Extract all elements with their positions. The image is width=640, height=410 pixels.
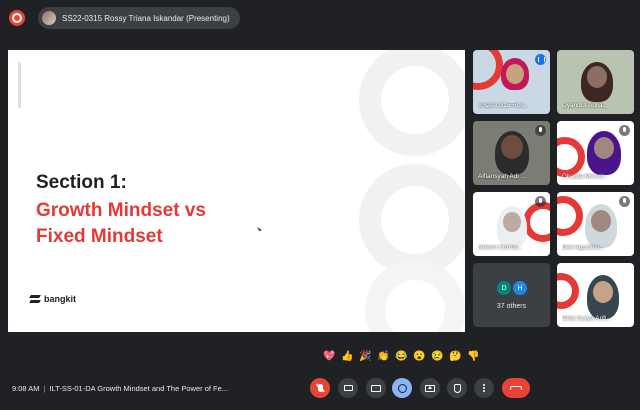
participant-face [587, 66, 607, 88]
participant-tile[interactable]: Dyandra Aulia... [557, 50, 634, 114]
camera-icon [343, 385, 353, 391]
mic-off-icon [535, 196, 546, 207]
participant-name: Neken Kurnia... [478, 244, 523, 251]
reaction-sad[interactable]: 😢 [431, 351, 443, 363]
tile-background-shape [523, 202, 550, 242]
mic-off-icon [619, 196, 630, 207]
slide-divider [18, 62, 21, 108]
phone-hangup-icon [510, 386, 522, 390]
tile-background-shape [557, 137, 585, 177]
separator: | [43, 384, 46, 393]
bangkit-logo: bangkit [30, 294, 76, 304]
participant-face [591, 210, 611, 232]
mic-off-icon [619, 125, 630, 136]
emoji-icon [397, 383, 407, 393]
participant-name: SS22-0315 Ros... [478, 102, 530, 109]
meeting-details: 9:08 AM | ILT-SS-01-DA Growth Mindset and … [12, 384, 228, 393]
hand-icon [453, 383, 461, 393]
participant-tile[interactable]: Neken Kurnia... [473, 192, 550, 256]
speaking-indicator-icon [535, 54, 546, 65]
participant-tile[interactable]: Dwi Agustina... [557, 192, 634, 256]
participant-face [593, 281, 613, 303]
presenter-chip[interactable]: SS22-0315 Rossy Triana Iskandar (Present… [38, 7, 240, 29]
participant-face [501, 135, 523, 159]
slide-section-heading: Section 1: [36, 172, 127, 193]
slide-title-line-2: Fixed Mindset [36, 226, 163, 247]
presenter-label: SS22-0315 Rossy Triana Iskandar (Present… [62, 13, 230, 23]
tile-background-shape [473, 50, 503, 90]
raise-hand-button[interactable] [447, 378, 467, 398]
reaction-clap[interactable]: 👏 [377, 351, 389, 363]
mic-off-icon [535, 125, 546, 136]
reaction-thumbs-down[interactable]: 👎 [467, 351, 479, 363]
meet-window: SS22-0315 Rossy Triana Iskandar (Present… [0, 0, 640, 410]
meeting-title: ILT-SS-01-DA Growth Mindset and The Powe… [49, 384, 229, 393]
logo-mark-icon [30, 294, 40, 304]
avatar: H [513, 281, 527, 295]
recording-icon [9, 10, 25, 26]
more-vert-icon [483, 387, 485, 389]
slide-watermark [359, 50, 465, 332]
current-time: 9:08 AM [12, 384, 40, 393]
reactions-button[interactable] [392, 378, 412, 398]
others-count: 37 others [496, 303, 527, 310]
others-tile[interactable]: D H 37 others [473, 263, 550, 327]
captions-icon [371, 384, 381, 392]
tile-background-shape [557, 273, 579, 309]
participant-tile[interactable]: Ghaida Musvir... [557, 121, 634, 185]
participant-face [594, 137, 614, 159]
participant-tile[interactable]: SS22-0315 Ros... [473, 50, 550, 114]
presentation-slide: Section 1: Growth Mindset vs Fixed Minds… [8, 50, 465, 332]
more-options-button[interactable] [474, 378, 494, 398]
participant-face [506, 64, 524, 84]
presenter-avatar [42, 11, 56, 25]
captions-button[interactable] [366, 378, 386, 398]
microphone-button[interactable] [310, 378, 330, 398]
reaction-laugh[interactable]: 😂 [395, 351, 407, 363]
reaction-heart[interactable]: 💖 [323, 351, 335, 363]
others-avatars: D H [497, 281, 527, 295]
participant-name: Dyandra Aulia... [562, 102, 608, 109]
reaction-thinking[interactable]: 🤔 [449, 351, 461, 363]
tile-background-shape [557, 196, 583, 236]
mic-off-icon [317, 384, 323, 392]
leave-call-button[interactable] [502, 378, 530, 398]
camera-button[interactable] [338, 378, 358, 398]
logo-text: bangkit [44, 294, 77, 304]
participant-tile[interactable]: Dika Surya Arifi... [557, 263, 634, 327]
slide-title-line-1: Growth Mindset vs [36, 200, 206, 221]
participant-name: Ghaida Musvir... [562, 173, 609, 180]
reactions-bar: 💖 👍 🎉 👏 😂 😮 😢 🤔 👎 [323, 348, 479, 366]
participant-name: Dwi Agustina... [562, 244, 605, 251]
participant-face [503, 212, 521, 232]
avatar: D [497, 281, 511, 295]
reaction-party[interactable]: 🎉 [359, 351, 371, 363]
reaction-thumbs-up[interactable]: 👍 [341, 351, 353, 363]
participant-tile[interactable]: Alfiansyah Adi ... [473, 121, 550, 185]
participant-name: Alfiansyah Adi ... [478, 173, 527, 180]
present-icon [425, 384, 435, 392]
participant-name: Dika Surya Arifi... [562, 315, 612, 322]
mouse-cursor-icon [257, 225, 262, 232]
present-button[interactable] [420, 378, 440, 398]
reaction-surprised[interactable]: 😮 [413, 351, 425, 363]
